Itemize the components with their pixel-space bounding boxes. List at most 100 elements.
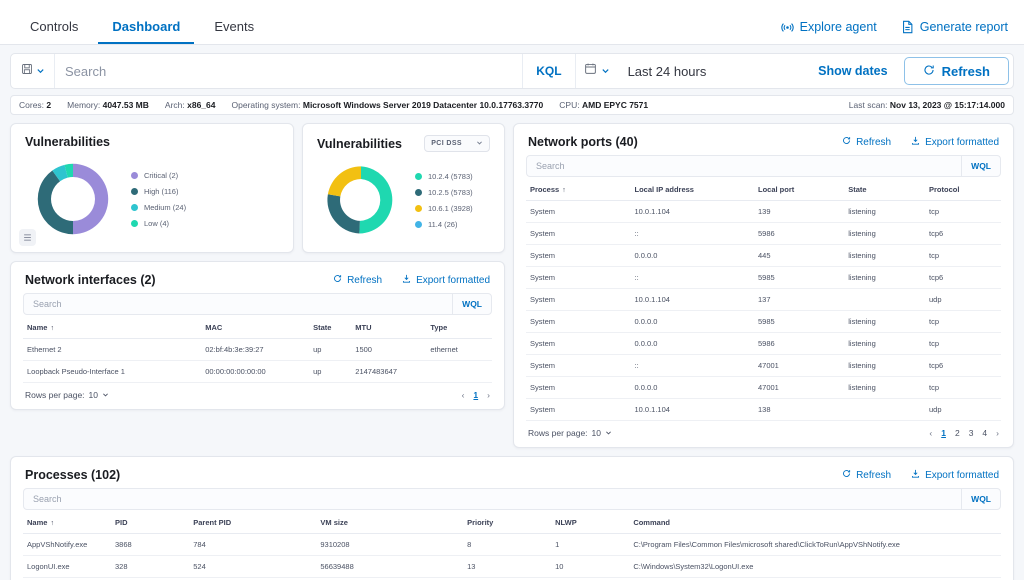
column-header-local-port[interactable]: Local port — [754, 177, 845, 201]
column-header-local-ip[interactable]: Local IP address — [630, 177, 754, 201]
date-quick-select-button[interactable] — [574, 54, 618, 88]
network-interfaces-refresh-button[interactable]: Refresh — [333, 274, 382, 286]
chevron-down-icon — [102, 390, 109, 400]
table-row[interactable]: Ethernet 2 02:bf:4b:3e:39:27 up 1500 eth… — [23, 338, 492, 361]
table-row[interactable]: LogonUI.exe 328 524 56639488 13 10 C:\Windows\… — [23, 555, 1001, 578]
page-button-4[interactable]: 4 — [982, 428, 987, 438]
broadcast-icon — [780, 21, 794, 34]
page-button-3[interactable]: 3 — [969, 428, 974, 438]
network-ports-search-row: WQL — [526, 155, 1001, 177]
column-header-pid[interactable]: PID — [111, 510, 190, 534]
legend-color-swatch — [131, 171, 138, 179]
previous-page-button[interactable]: ‹ — [929, 428, 932, 438]
network-interfaces-wql-button[interactable]: WQL — [452, 294, 491, 314]
legend-item[interactable]: 10.6.1 (3928) — [415, 204, 473, 213]
date-range-display[interactable]: Last 24 hours Show dates — [618, 54, 898, 88]
legend-item[interactable]: High (116) — [131, 187, 186, 196]
page-button-2[interactable]: 2 — [955, 428, 960, 438]
network-ports-panel: Network ports (40) Refresh Export format… — [513, 123, 1014, 448]
network-ports-refresh-button[interactable]: Refresh — [842, 136, 891, 148]
processes-export-button[interactable]: Export formatted — [911, 469, 999, 481]
cell-protocol: tcp6 — [925, 354, 1001, 377]
next-page-button[interactable]: › — [996, 428, 999, 438]
table-row[interactable]: System 0.0.0.0 5986 listening tcp — [526, 332, 1001, 355]
calendar-icon — [584, 62, 597, 80]
chart-list-view-toggle[interactable] — [19, 229, 36, 246]
table-row[interactable]: System 10.0.1.104 138 udp — [526, 398, 1001, 421]
tab-dashboard[interactable]: Dashboard — [98, 20, 195, 44]
cell-type — [426, 360, 492, 383]
legend-item[interactable]: 10.2.4 (5783) — [415, 172, 473, 181]
column-header-nlwp[interactable]: NLWP — [551, 510, 630, 534]
refresh-label: Refresh — [941, 63, 990, 79]
previous-page-button[interactable]: ‹ — [462, 390, 465, 400]
column-header-process[interactable]: Process ↑ — [526, 177, 631, 201]
rows-per-page-select[interactable]: Rows per page: 10 — [528, 428, 612, 438]
processes-wql-button[interactable]: WQL — [961, 489, 1000, 509]
next-page-button[interactable]: › — [487, 390, 490, 400]
compliance-standard-select[interactable]: PCI DSS — [424, 135, 490, 152]
memory-field: Memory: 4047.53 MB — [67, 100, 149, 110]
processes-search-input[interactable] — [24, 494, 962, 504]
tab-events[interactable]: Events — [200, 20, 268, 44]
network-interfaces-actions: Refresh Export formatted — [333, 274, 490, 286]
severity-panel-title: Vulnerabilities — [25, 135, 110, 149]
table-row[interactable]: System 0.0.0.0 47001 listening tcp — [526, 376, 1001, 399]
legend-item[interactable]: Critical (2) — [131, 171, 186, 180]
rows-per-page-select[interactable]: Rows per page: 10 — [25, 390, 109, 400]
table-row[interactable]: System 10.0.1.104 139 listening tcp — [526, 200, 1001, 223]
pcidss-donut-body: 10.2.4 (5783) 10.2.5 (5783) 10.6.1 (3928… — [303, 158, 504, 242]
legend-item[interactable]: 11.4 (26) — [415, 220, 473, 229]
page-button-1[interactable]: 1 — [941, 428, 946, 438]
column-header-priority[interactable]: Priority — [463, 510, 552, 534]
table-row[interactable]: System:: 47001 listening tcp6 — [526, 354, 1001, 377]
left-column: Vulnerabilities Critical (2) High (116) … — [10, 123, 505, 410]
network-ports-search-input[interactable] — [527, 161, 962, 171]
table-row[interactable]: System:: 5986 listening tcp6 — [526, 222, 1001, 245]
table-row[interactable]: Loopback Pseudo-Interface 1 00:00:00:00:… — [23, 360, 492, 383]
vulnerabilities-pcidss-panel: Vulnerabilities PCI DSS 10.2.4 (5783) 10… — [302, 123, 505, 253]
column-header-state[interactable]: State — [844, 177, 925, 201]
search-input[interactable] — [65, 63, 513, 79]
column-header-type[interactable]: Type — [426, 315, 492, 339]
legend-label: Low (4) — [144, 218, 170, 228]
table-row[interactable]: System 10.0.1.104 137 udp — [526, 288, 1001, 311]
generate-report-button[interactable]: Generate report — [901, 20, 1008, 34]
page-button-1[interactable]: 1 — [473, 390, 478, 400]
kql-toggle-button[interactable]: KQL — [522, 54, 574, 88]
refresh-button[interactable]: Refresh — [903, 57, 1009, 85]
explore-agent-button[interactable]: Explore agent — [780, 20, 877, 34]
legend-item[interactable]: Low (4) — [131, 219, 186, 228]
column-header-protocol[interactable]: Protocol — [925, 177, 1001, 201]
legend-item[interactable]: 10.2.5 (5783) — [415, 188, 473, 197]
column-header-mac[interactable]: MAC — [201, 315, 310, 339]
column-header-name[interactable]: Name ↑ — [23, 315, 202, 339]
column-header-mtu[interactable]: MTU — [351, 315, 427, 339]
tab-controls[interactable]: Controls — [16, 20, 92, 44]
column-header-command[interactable]: Command — [629, 510, 1001, 534]
legend-item[interactable]: Medium (24) — [131, 203, 186, 212]
column-header-state[interactable]: State — [309, 315, 352, 339]
network-interfaces-export-button[interactable]: Export formatted — [402, 274, 490, 286]
column-header-vm-size[interactable]: VM size — [316, 510, 464, 534]
column-header-name[interactable]: Name ↑ — [23, 510, 112, 534]
column-header-parent-pid[interactable]: Parent PID — [189, 510, 317, 534]
rows-per-page-value: 10 — [591, 428, 602, 438]
network-ports-wql-button[interactable]: WQL — [961, 156, 1000, 176]
network-interfaces-search-input[interactable] — [24, 299, 453, 309]
network-ports-export-button[interactable]: Export formatted — [911, 136, 999, 148]
cell-parent-pid: 784 — [189, 533, 317, 556]
table-row[interactable]: System:: 5985 listening tcp6 — [526, 266, 1001, 289]
cell-pid: 328 — [111, 555, 190, 578]
table-row[interactable]: AppVShNotify.exe 3868 784 9310208 8 1 C:\Progr… — [23, 533, 1001, 556]
cell-local-ip: 0.0.0.0 — [630, 332, 754, 355]
cell-state: listening — [844, 222, 925, 245]
show-dates-button[interactable]: Show dates — [818, 64, 887, 78]
processes-table: Name ↑ PID Parent PID VM size Priority NL… — [23, 510, 1001, 580]
table-row[interactable]: System 0.0.0.0 445 listening tcp — [526, 244, 1001, 267]
processes-refresh-button[interactable]: Refresh — [842, 469, 891, 481]
network-ports-footer: Rows per page: 10 ‹ 1 2 3 4 › — [514, 421, 1013, 447]
table-row[interactable]: System 0.0.0.0 5985 listening tcp — [526, 310, 1001, 333]
table-header-row: Process ↑ Local IP address Local port Sta… — [526, 177, 1001, 201]
saved-query-button[interactable] — [11, 54, 55, 88]
